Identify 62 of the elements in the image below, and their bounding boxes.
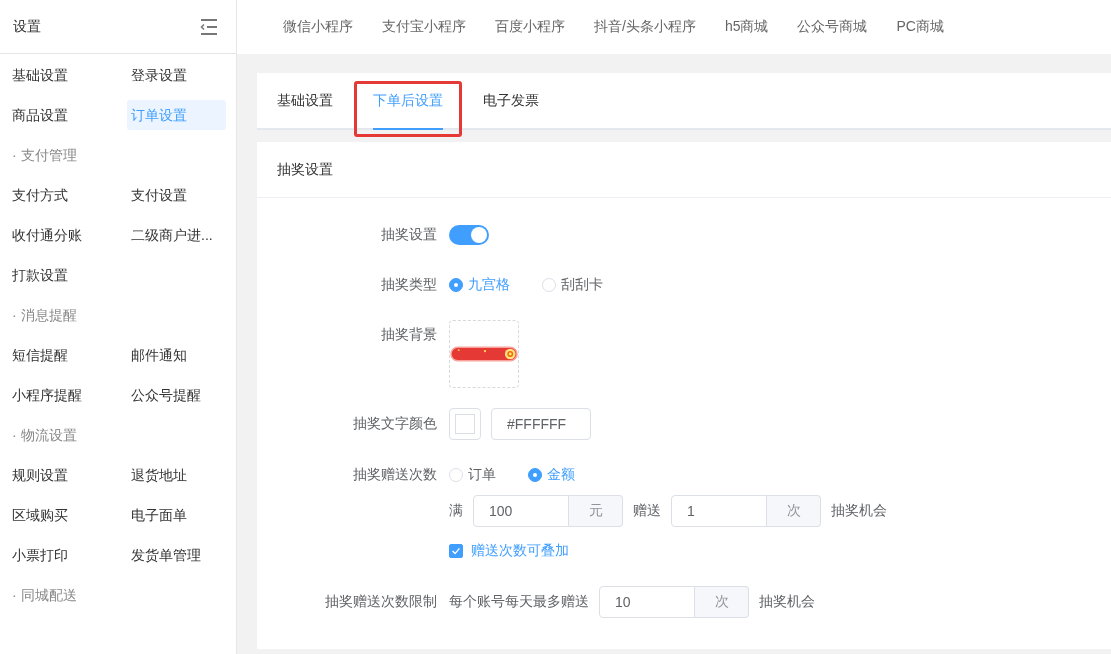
field-label: 抽奖设置: [381, 226, 437, 242]
sidebar-item[interactable]: 支付方式: [8, 180, 127, 210]
platform-tab[interactable]: 公众号商城: [797, 18, 868, 36]
banner-drawing: [450, 346, 518, 362]
field-label: 抽奖文字颜色: [353, 415, 437, 431]
sidebar-item[interactable]: 公众号提醒: [127, 380, 226, 410]
field-label: 抽奖赠送次数: [353, 466, 437, 482]
rule-text: 抽奖机会: [831, 502, 887, 520]
sidebar-item[interactable]: 商品设置: [8, 100, 127, 130]
menu-collapse-icon[interactable]: [200, 17, 218, 36]
sidebar-group-heading: · 支付管理: [11, 146, 77, 165]
platform-tab[interactable]: 微信小程序: [283, 18, 353, 36]
checkbox[interactable]: [449, 544, 463, 558]
sidebar-item[interactable]: 支付设置: [127, 180, 226, 210]
platform-tab[interactable]: 抖音/头条小程序: [594, 18, 696, 36]
limit-text: 抽奖机会: [759, 593, 815, 611]
check-icon: [450, 545, 462, 557]
field-label: 抽奖类型: [381, 276, 437, 292]
platform-tab[interactable]: h5商城: [724, 18, 769, 36]
color-swatch[interactable]: [449, 408, 481, 440]
field-label: 抽奖背景: [381, 326, 437, 342]
rule-text: 赠送: [633, 502, 661, 520]
settings-tab[interactable]: 基础设置: [277, 73, 333, 128]
radio-label[interactable]: 订单: [468, 466, 496, 484]
sidebar-item[interactable]: 发货单管理: [127, 540, 226, 570]
limit-field[interactable]: 10: [599, 586, 695, 618]
amount-field[interactable]: 100: [473, 495, 569, 527]
unit-label: 次: [767, 495, 821, 527]
radio-button[interactable]: [449, 278, 463, 292]
unit-label: 元: [569, 495, 623, 527]
sidebar-title: 设置: [13, 17, 41, 36]
field-label: 抽奖赠送次数限制: [325, 593, 437, 609]
sidebar-item[interactable]: 退货地址: [127, 460, 226, 490]
limit-text: 每个账号每天最多赠送: [449, 593, 589, 611]
section-title: 抽奖设置: [257, 142, 1111, 198]
sidebar-group-heading: · 物流设置: [11, 426, 77, 445]
settings-tab[interactable]: 电子发票: [483, 73, 539, 128]
color-input[interactable]: #FFFFFF: [491, 408, 591, 440]
radio-label[interactable]: 刮刮卡: [561, 276, 603, 294]
sidebar-item[interactable]: 电子面单: [127, 500, 226, 530]
sidebar-item[interactable]: 基础设置: [8, 60, 127, 90]
sidebar-item[interactable]: 收付通分账: [8, 220, 127, 250]
radio-button[interactable]: [528, 468, 542, 482]
unit-label: 次: [695, 586, 749, 618]
sidebar-item[interactable]: 小程序提醒: [8, 380, 127, 410]
sidebar-item[interactable]: 登录设置: [127, 60, 226, 90]
sidebar-item[interactable]: 打款设置: [8, 260, 127, 290]
count-field[interactable]: 1: [671, 495, 767, 527]
sidebar-item[interactable]: 规则设置: [8, 460, 127, 490]
toggle-switch[interactable]: [449, 225, 489, 245]
sidebar-item[interactable]: 区域购买: [8, 500, 127, 530]
platform-tab[interactable]: 百度小程序: [495, 18, 565, 36]
sidebar-item[interactable]: 邮件通知: [127, 340, 226, 370]
rule-text: 满: [449, 502, 463, 520]
platform-tab[interactable]: PC商城: [896, 18, 944, 36]
sidebar-item[interactable]: 二级商户进...: [127, 220, 226, 250]
sidebar-group-heading: · 消息提醒: [11, 306, 77, 325]
image-upload-box[interactable]: [449, 320, 519, 388]
sidebar-group-heading: · 同城配送: [11, 586, 77, 605]
platform-tab[interactable]: 支付宝小程序: [382, 18, 466, 36]
sidebar-item[interactable]: 小票打印: [8, 540, 127, 570]
sidebar-item[interactable]: 短信提醒: [8, 340, 127, 370]
